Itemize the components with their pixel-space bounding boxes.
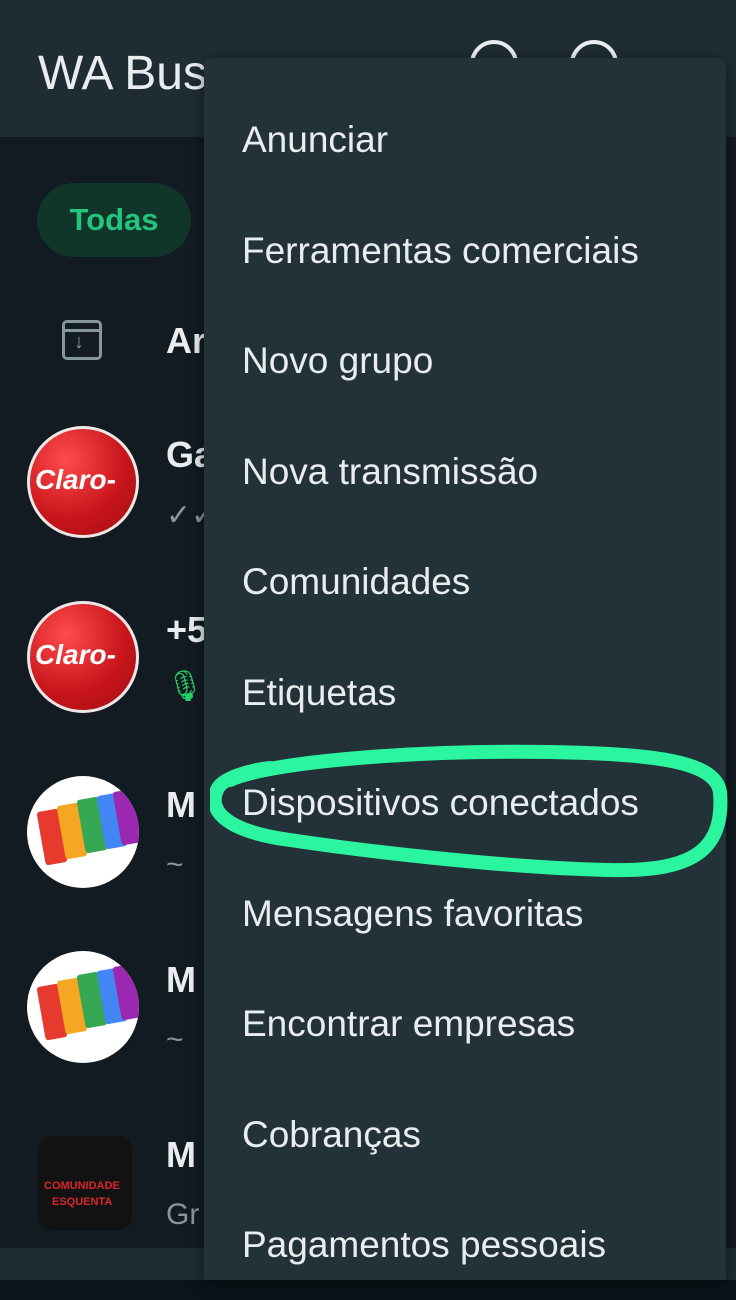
chat-preview: Gr xyxy=(166,1198,200,1231)
claro-logo: Claro- xyxy=(35,639,116,670)
chat-name: M xyxy=(166,784,196,825)
menu-item-favoritas[interactable]: Mensagens favoritas xyxy=(204,859,726,969)
avatar[interactable]: Claro- xyxy=(27,426,139,538)
menu-item-pagamentos[interactable]: Pagamentos pessoais xyxy=(204,1190,726,1300)
menu-item-novo-grupo[interactable]: Novo grupo xyxy=(204,306,726,416)
chat-name: +5 xyxy=(166,609,208,650)
chat-preview: ~ xyxy=(166,848,184,881)
overflow-menu: Anunciar Ferramentas comerciais Novo gru… xyxy=(204,58,726,1280)
menu-item-etiquetas[interactable]: Etiquetas xyxy=(204,638,726,748)
chat-preview: ~ xyxy=(166,1023,184,1056)
menu-item-dispositivos[interactable]: Dispositivos conectados xyxy=(204,748,726,858)
avatar[interactable] xyxy=(27,776,139,888)
menu-item-empresas[interactable]: Encontrar empresas xyxy=(204,969,726,1079)
claro-logo: Claro- xyxy=(35,464,116,495)
menu-item-ferramentas[interactable]: Ferramentas comerciais xyxy=(204,196,726,306)
microphone-icon: 🎙 xyxy=(166,670,205,703)
app-title: WA Bus xyxy=(38,47,207,100)
community-logo-text: COMUNIDADE xyxy=(44,1180,120,1192)
filter-chip-todas[interactable]: Todas xyxy=(37,183,191,257)
avatar[interactable]: Claro- xyxy=(27,601,139,713)
menu-item-comunidades[interactable]: Comunidades xyxy=(204,527,726,637)
community-logo-text: ESQUENTA xyxy=(52,1196,113,1208)
avatar[interactable] xyxy=(27,951,139,1063)
archive-icon xyxy=(62,320,102,360)
menu-item-transmissao[interactable]: Nova transmissão xyxy=(204,417,726,527)
menu-item-cobrancas[interactable]: Cobranças xyxy=(204,1080,726,1190)
chat-name: M xyxy=(166,959,196,1000)
archived-label[interactable]: Ar xyxy=(166,320,206,362)
chat-name: M xyxy=(166,1134,196,1175)
menu-item-anunciar[interactable]: Anunciar xyxy=(204,85,726,195)
community-avatar[interactable]: COMUNIDADE ESQUENTA xyxy=(38,1136,132,1230)
